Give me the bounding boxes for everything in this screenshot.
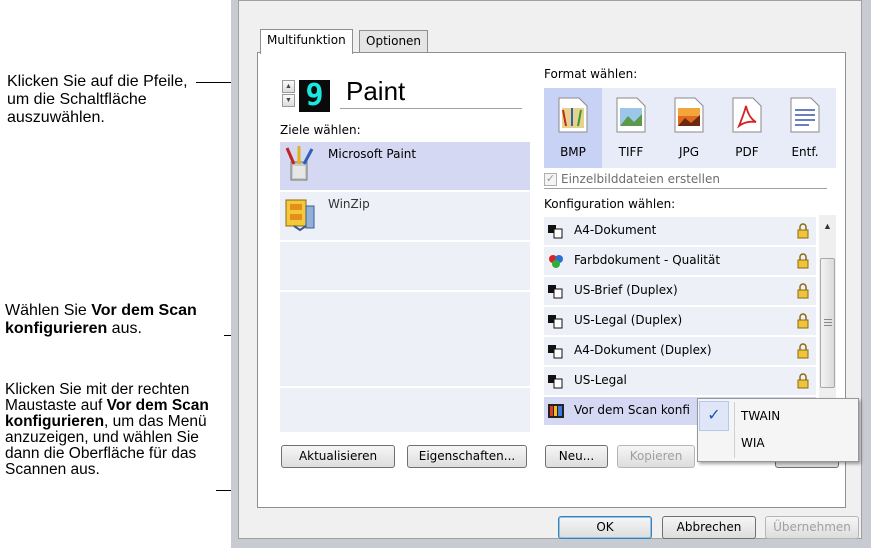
config-label: Konfiguration wählen: — [544, 197, 676, 211]
lock-icon — [797, 343, 809, 359]
single-page-checkbox[interactable]: ✓ — [544, 173, 557, 186]
format-bmp[interactable]: BMP — [544, 88, 602, 168]
divider — [340, 108, 522, 109]
target-empty[interactable] — [280, 242, 530, 290]
config-item-label: A4-Dokument (Duplex) — [574, 343, 712, 357]
menu-separator — [734, 402, 735, 458]
config-item-label: Vor dem Scan konfi — [574, 403, 690, 417]
config-item-label: US-Legal — [574, 373, 627, 387]
callout-arrows-text: Klicken Sie auf die Pfeile, um die Schal… — [7, 73, 188, 126]
tab-multifunktion[interactable]: Multifunktion — [260, 29, 353, 54]
menu-item-twain[interactable]: TWAIN — [741, 409, 780, 423]
bw-document-icon — [548, 315, 563, 329]
color-document-icon — [549, 255, 563, 268]
properties-button[interactable]: Eigenschaften... — [407, 445, 527, 468]
button-number-display: 9 — [299, 80, 330, 112]
lock-icon — [797, 373, 809, 389]
bw-document-icon — [548, 345, 563, 359]
format-pdf[interactable]: PDF — [718, 88, 776, 168]
configure-before-scan-icon — [548, 404, 564, 418]
config-item-color-quality[interactable]: Farbdokument - Qualität — [544, 247, 816, 275]
menu-item-wia[interactable]: WIA — [741, 436, 765, 450]
checkmark-icon: ✓ — [699, 401, 729, 431]
target-microsoft-paint[interactable]: Microsoft Paint — [280, 142, 530, 190]
refresh-button[interactable]: Aktualisieren — [281, 445, 395, 468]
bw-document-icon — [548, 225, 563, 239]
callout-konfig-text-a: Wählen Sie — [5, 302, 92, 319]
target-empty[interactable] — [280, 292, 530, 340]
pdf-file-icon — [732, 97, 762, 133]
targets-label: Ziele wählen: — [280, 123, 361, 137]
config-item-label: US-Legal (Duplex) — [574, 313, 683, 327]
callout-arrows: Klicken Sie auf die Pfeile, um die Schal… — [7, 73, 192, 127]
config-item-label: A4-Dokument — [574, 223, 657, 237]
scrollbar-thumb[interactable] — [820, 258, 835, 388]
callout-konfig: Wählen Sie Vor dem Scan konfigurieren au… — [5, 302, 220, 338]
bw-document-icon — [548, 285, 563, 299]
format-label-jpg: JPG — [678, 145, 700, 159]
callout-menu: Klicken Sie mit der rechten Maustaste au… — [5, 382, 223, 478]
format-entf[interactable]: Entf. — [776, 88, 834, 168]
callout-konfig-text-c: aus. — [107, 320, 142, 337]
paint-brushes-icon — [285, 146, 314, 181]
target-label: WinZip — [328, 197, 370, 211]
config-item-us-brief-duplex[interactable]: US-Brief (Duplex) — [544, 277, 816, 305]
spinner-down-icon[interactable]: ▼ — [282, 94, 295, 107]
tab-optionen[interactable]: Optionen — [359, 30, 429, 52]
lock-icon — [797, 313, 809, 329]
format-tiff[interactable]: TIFF — [602, 88, 660, 168]
button-spinner[interactable]: ▲ ▼ — [282, 80, 295, 108]
ok-button[interactable]: OK — [558, 516, 652, 539]
spinner-up-icon[interactable]: ▲ — [282, 80, 295, 93]
new-button[interactable]: Neu... — [545, 445, 608, 468]
format-label-tiff: TIFF — [618, 145, 644, 159]
single-page-checkbox-label: Einzelbilddateien erstellen — [561, 172, 720, 186]
apply-button[interactable]: Übernehmen — [765, 516, 859, 539]
config-item-us-legal[interactable]: US-Legal — [544, 367, 816, 395]
divider — [544, 188, 827, 189]
cancel-button[interactable]: Abbrechen — [662, 516, 756, 539]
format-jpg[interactable]: JPG — [660, 88, 718, 168]
bw-document-icon — [548, 375, 563, 389]
target-empty[interactable] — [280, 338, 530, 386]
format-label-bmp: BMP — [560, 145, 586, 159]
winzip-icon — [285, 199, 315, 232]
target-empty[interactable] — [280, 388, 530, 432]
config-item-label: US-Brief (Duplex) — [574, 283, 678, 297]
target-label: Microsoft Paint — [328, 147, 417, 161]
jpg-file-icon — [674, 97, 704, 133]
text-file-icon — [790, 97, 820, 133]
lock-icon — [797, 283, 809, 299]
bmp-file-icon — [558, 97, 588, 133]
target-winzip[interactable]: WinZip — [280, 192, 530, 240]
config-item-a4-duplex[interactable]: A4-Dokument (Duplex) — [544, 337, 816, 365]
format-label-entf: Entf. — [791, 145, 819, 159]
config-item-us-legal-duplex[interactable]: US-Legal (Duplex) — [544, 307, 816, 335]
lock-icon — [797, 223, 809, 239]
format-label-pdf: PDF — [735, 145, 759, 159]
config-item-label: Farbdokument - Qualität — [574, 253, 721, 267]
format-label: Format wählen: — [544, 67, 638, 81]
button-name: Paint — [346, 76, 406, 106]
lock-icon — [797, 253, 809, 269]
tiff-file-icon — [616, 97, 646, 133]
copy-button[interactable]: Kopieren — [617, 445, 695, 468]
config-item-a4[interactable]: A4-Dokument — [544, 217, 816, 245]
scroll-up-icon[interactable]: ▲ — [819, 218, 836, 235]
